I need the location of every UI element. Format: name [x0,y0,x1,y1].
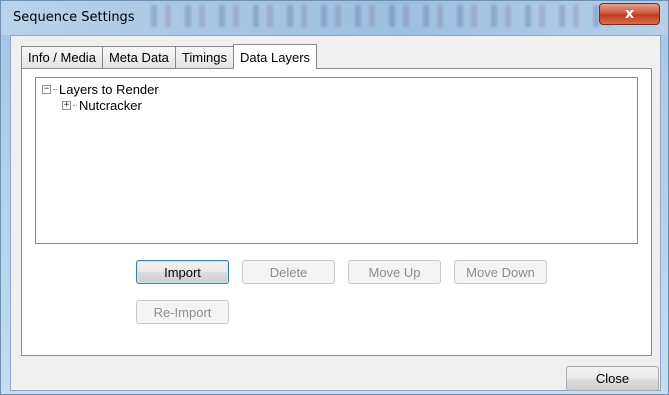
title-bar-background [151,5,611,27]
delete-button[interactable]: Delete [242,260,335,284]
sequence-settings-dialog: Sequence Settings x Info / Media Meta Da… [0,0,669,395]
reimport-button[interactable]: Re-Import [136,300,229,324]
layers-tree[interactable]: − Layers to Render + Nutcracker [35,77,638,244]
tab-meta-data[interactable]: Meta Data [101,46,176,68]
import-button[interactable]: Import [136,260,229,284]
tab-timings[interactable]: Timings [174,46,234,68]
window-title: Sequence Settings [13,10,135,25]
tree-node-label: Layers to Render [59,81,159,97]
tree-connector [73,104,77,106]
move-up-button[interactable]: Move Up [348,260,441,284]
tree-node-nutcracker[interactable]: + Nutcracker [62,97,142,113]
tab-strip: Info / Media Meta Data Timings Data Laye… [21,44,318,69]
collapse-icon[interactable]: − [42,84,51,94]
tab-data-layers[interactable]: Data Layers [232,44,318,69]
move-down-button[interactable]: Move Down [454,260,547,284]
expand-icon[interactable]: + [62,100,71,110]
data-layers-panel: − Layers to Render + Nutcracker Import D… [21,68,652,356]
tree-node-label: Nutcracker [79,97,142,113]
tree-connector [53,88,57,90]
close-button[interactable]: Close [566,366,659,391]
close-window-icon[interactable]: x [599,3,660,25]
tree-node-layers-to-render[interactable]: − Layers to Render [42,81,159,97]
tab-info-media[interactable]: Info / Media [21,46,103,68]
dialog-client-area: Info / Media Meta Data Timings Data Laye… [10,35,661,391]
title-bar[interactable]: Sequence Settings x [1,1,668,35]
